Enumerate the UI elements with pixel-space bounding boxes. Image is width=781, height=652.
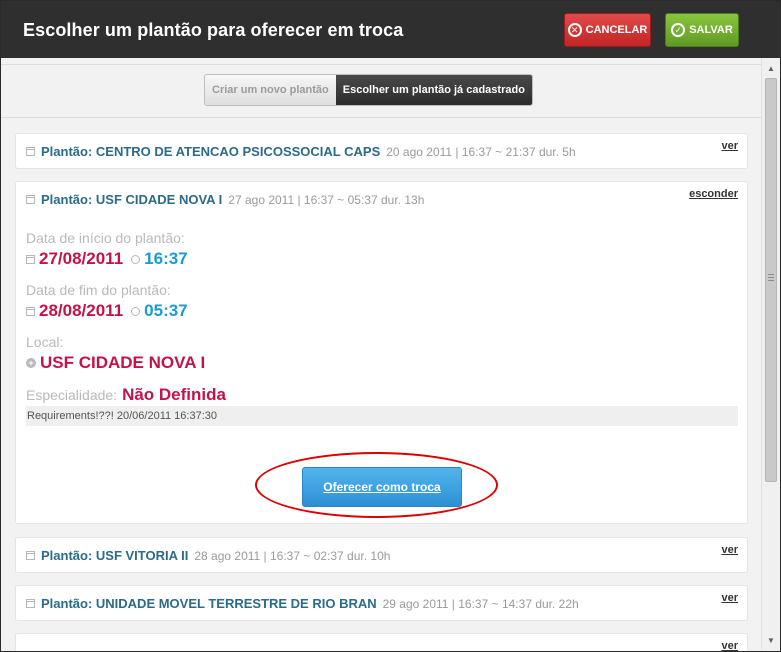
view-link[interactable]: ver [721, 544, 738, 556]
calendar-icon [26, 551, 35, 560]
modal-header: Escolher um plantão para oferecer em tro… [1, 1, 780, 58]
view-link[interactable]: ver [721, 140, 738, 152]
specialty-row: Especialidade: Não Definida [26, 385, 226, 405]
shift-title: Plantão: UNIDADE MOVEL TERRESTRE DE RIO … [41, 596, 377, 611]
tab-choose-existing[interactable]: Escolher um plantão já cadastrado [335, 75, 532, 105]
modal-title: Escolher um plantão para oferecer em tro… [23, 20, 404, 40]
vertical-scrollbar[interactable]: ▲ ▼ [761, 58, 780, 651]
scroll-up-arrow-icon[interactable]: ▲ [762, 60, 780, 76]
save-button[interactable]: ✓ SALVAR [665, 13, 739, 47]
grip-line [768, 277, 774, 278]
shift-card-expanded: Plantão: USF CIDADE NOVA I 27 ago 2011 |… [15, 181, 748, 524]
shift-title: Plantão: USF VITORIA II [41, 548, 189, 563]
tabs-divider [1, 117, 761, 118]
start-date-label: Data de início do plantão: [26, 230, 185, 246]
plus-circle-icon: + [26, 358, 36, 368]
view-link[interactable]: ver [721, 592, 738, 604]
shift-title: Plantão: USF CIDADE NOVA I [41, 192, 223, 207]
top-divider [1, 64, 761, 65]
calendar-icon [26, 195, 35, 204]
end-date-label: Data de fim do plantão: [26, 282, 171, 298]
calendar-icon [26, 147, 35, 156]
grip-line [768, 280, 774, 281]
shift-card-header: Plantão: UNIDADE MOVEL TERRESTRE DE RIO … [26, 596, 579, 611]
clock-icon [131, 306, 141, 316]
check-circle-icon: ✓ [671, 23, 686, 37]
start-date: 27/08/2011 [39, 249, 124, 268]
end-date: 28/08/2011 [39, 301, 124, 320]
cancel-button-label: CANCELAR [585, 24, 648, 36]
shift-meta: 27 ago 2011 | 16:37 ~ 05:37 dur. 13h [228, 192, 425, 207]
tab-create-new[interactable]: Criar um novo plantão [205, 75, 336, 105]
shift-meta: 20 ago 2011 | 16:37 ~ 21:37 dur. 5h [386, 144, 576, 159]
x-circle-icon: ✕ [567, 23, 582, 37]
local-value: USF CIDADE NOVA I [40, 353, 206, 372]
end-datetime: 28/08/2011 05:37 [26, 301, 188, 321]
hide-link[interactable]: esconder [689, 188, 738, 200]
clock-icon [131, 254, 141, 264]
grip-line [768, 274, 774, 275]
start-time: 16:37 [144, 249, 188, 268]
specialty-value: Não Definida [122, 385, 226, 404]
modal-dialog: Escolher um plantão para oferecer em tro… [0, 0, 781, 652]
local-label: Local: [26, 334, 64, 350]
end-time: 05:37 [144, 301, 188, 320]
scroll-down-arrow-icon[interactable]: ▼ [762, 632, 780, 648]
shift-meta: 29 ago 2011 | 16:37 ~ 14:37 dur. 22h [382, 596, 579, 611]
specialty-label: Especialidade: [26, 387, 118, 403]
shift-card-header: Plantão: USF CIDADE NOVA I 27 ago 2011 |… [26, 192, 424, 207]
tab-switch: Criar um novo plantão Escolher um plantã… [204, 74, 533, 106]
shift-card-header: Plantão: USF VITORIA II 28 ago 2011 | 16… [26, 548, 390, 563]
local-row: + USF CIDADE NOVA I [26, 353, 205, 373]
offer-exchange-button[interactable]: Oferecer como troca [302, 467, 462, 507]
cancel-button[interactable]: ✕ CANCELAR [564, 13, 651, 47]
shift-card: ver [15, 633, 748, 651]
calendar-icon [26, 599, 35, 608]
requirements-note: Requirements!??! 20/06/2011 16:37:30 [26, 406, 738, 426]
shift-card: Plantão: UNIDADE MOVEL TERRESTRE DE RIO … [15, 585, 748, 621]
view-link[interactable]: ver [721, 640, 738, 651]
calendar-icon [26, 254, 35, 264]
start-datetime: 27/08/2011 16:37 [26, 249, 188, 269]
scroll-thumb[interactable] [765, 78, 777, 482]
shift-card: Plantão: USF VITORIA II 28 ago 2011 | 16… [15, 537, 748, 573]
shift-card: Plantão: CENTRO DE ATENCAO PSICOSSOCIAL … [15, 133, 748, 169]
save-button-label: SALVAR [689, 24, 733, 36]
calendar-icon [26, 306, 35, 316]
shift-card-header: Plantão: CENTRO DE ATENCAO PSICOSSOCIAL … [26, 144, 576, 159]
shift-meta: 28 ago 2011 | 16:37 ~ 02:37 dur. 10h [194, 548, 391, 563]
shift-title: Plantão: CENTRO DE ATENCAO PSICOSSOCIAL … [41, 144, 381, 159]
modal-content: Criar um novo plantão Escolher um plantã… [1, 58, 761, 651]
